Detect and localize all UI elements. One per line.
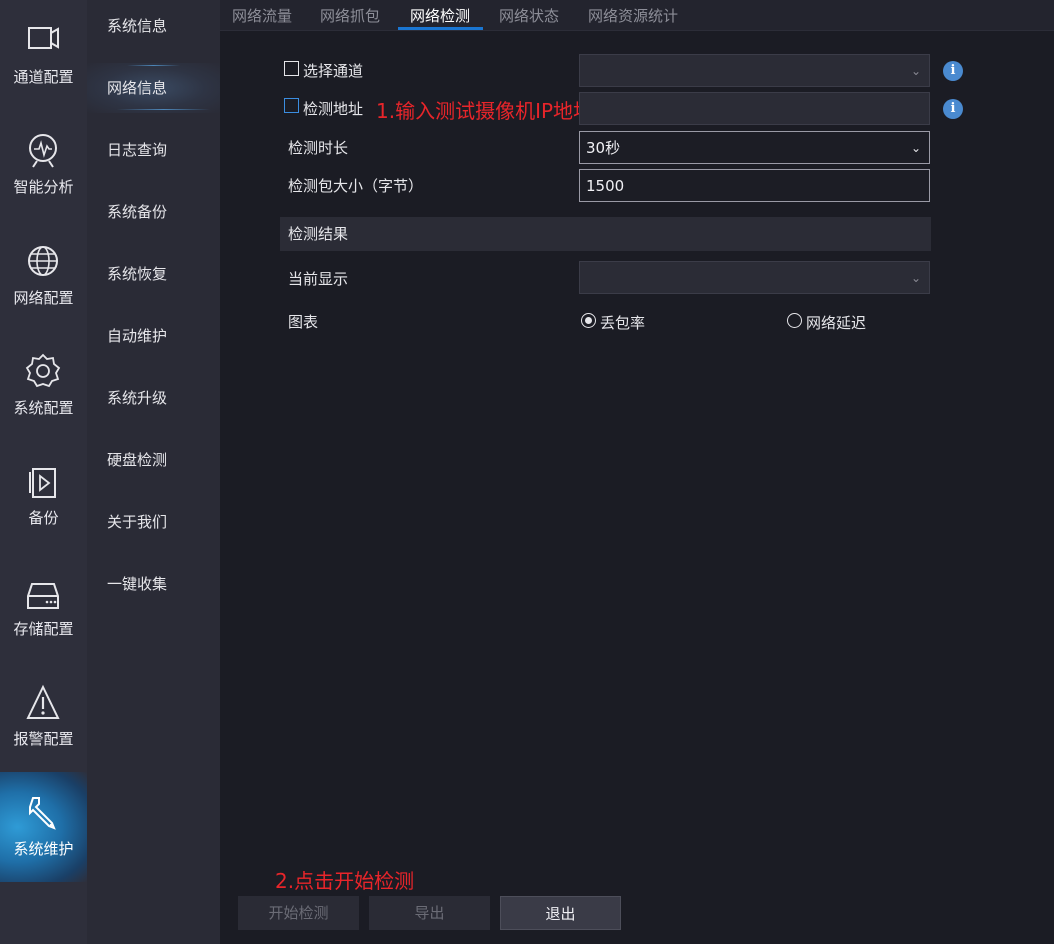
tab-network-traffic[interactable]: 网络流量 [232,0,292,31]
main-nav-rail: 通道配置 智能分析 网络配置 系统配置 备份 存储配置 报警配置 系统维护 [0,0,87,944]
nav-alarm-config[interactable]: 报警配置 [0,662,87,772]
analytics-icon [29,134,57,168]
nav-label: 存储配置 [13,620,74,638]
nav-label: 报警配置 [13,730,74,748]
tab-packet-capture[interactable]: 网络抓包 [320,0,380,31]
submenu-item[interactable]: 系统恢复 [87,249,220,299]
current-display-label: 当前显示 [288,270,349,288]
latency-label[interactable]: 网络延迟 [806,312,866,333]
annotation-step1: 1.输入测试摄像机IP地址 [376,99,594,123]
select-channel-label: 选择通道 [303,62,364,80]
alarm-icon [26,684,60,719]
results-section-title: 检测结果 [288,225,349,243]
main-panel: 网络流量 网络抓包 网络检测 网络状态 网络资源统计 选择通道 ⌄ i 检测地址… [220,0,1054,944]
globe-icon [28,246,58,276]
packet-size-value: 1500 [586,177,625,195]
info-icon[interactable]: i [943,61,963,81]
nav-label: 系统配置 [13,399,74,417]
nav-system-maintenance[interactable]: 系统维护 [0,772,87,882]
packet-size-input[interactable]: 1500 [579,169,930,202]
select-channel-checkbox[interactable] [284,61,299,76]
packet-loss-label[interactable]: 丢包率 [600,312,645,333]
latency-radio[interactable] [787,313,802,328]
detect-address-input[interactable] [579,92,930,125]
detect-address-checkbox[interactable] [284,98,299,113]
nav-label: 通道配置 [13,68,74,86]
nav-storage-config[interactable]: 存储配置 [0,552,87,662]
nav-network-config[interactable]: 网络配置 [0,221,87,331]
nav-backup[interactable]: 备份 [0,441,87,551]
annotation-step2: 2.点击开始检测 [275,869,415,893]
submenu-item[interactable]: 系统备份 [87,187,220,237]
export-button[interactable]: 导出 [369,896,490,930]
nav-system-config[interactable]: 系统配置 [0,331,87,441]
app-window: 通道配置 智能分析 网络配置 系统配置 备份 存储配置 报警配置 系统维护 系统… [0,0,1054,944]
submenu-item[interactable]: 系统信息 [87,1,220,51]
tab-network-status[interactable]: 网络状态 [499,0,559,31]
rail-footer [0,882,87,944]
nav-label: 网络配置 [13,289,74,307]
tab-network-resources[interactable]: 网络资源统计 [588,0,678,31]
nav-label: 系统维护 [13,840,74,858]
chevron-down-icon: ⌄ [910,271,922,285]
nav-channel-config[interactable]: 通道配置 [0,0,87,110]
duration-select[interactable]: 30秒 ⌄ [579,131,930,164]
sub-menu: 系统信息 网络信息 日志查询 系统备份 系统恢复 自动维护 系统升级 硬盘检测 … [87,0,220,944]
backup-icon [29,468,56,498]
nav-label: 智能分析 [13,178,74,196]
packet-loss-radio[interactable] [581,313,596,328]
nav-smart-analysis[interactable]: 智能分析 [0,110,87,220]
submenu-item[interactable]: 关于我们 [87,497,220,547]
results-section-header: 检测结果 [280,217,931,251]
active-tab-indicator [398,27,483,30]
gear-icon [25,353,61,388]
submenu-item[interactable]: 自动维护 [87,311,220,361]
exit-button[interactable]: 退出 [500,896,621,930]
duration-value: 30秒 [586,139,621,157]
channel-select[interactable]: ⌄ [579,54,930,87]
submenu-item[interactable]: 日志查询 [87,125,220,175]
chevron-down-icon: ⌄ [910,141,922,155]
storage-icon [27,583,59,609]
current-display-select[interactable]: ⌄ [579,261,930,294]
submenu-item[interactable]: 硬盘检测 [87,435,220,485]
chart-label: 图表 [288,313,319,331]
start-test-button[interactable]: 开始检测 [238,896,359,930]
wrench-icon [29,797,56,830]
detect-address-label: 检测地址 [303,100,364,118]
duration-label: 检测时长 [288,139,349,157]
camera-icon [28,27,59,49]
packet-size-label: 检测包大小（字节） [288,177,424,195]
submenu-item[interactable]: 系统升级 [87,373,220,423]
tab-bar: 网络流量 网络抓包 网络检测 网络状态 网络资源统计 [220,0,1054,31]
submenu-item-active[interactable]: 网络信息 [87,63,220,113]
chevron-down-icon: ⌄ [910,64,922,78]
nav-label: 备份 [28,509,59,527]
submenu-item[interactable]: 一键收集 [87,559,220,609]
info-icon[interactable]: i [943,99,963,119]
